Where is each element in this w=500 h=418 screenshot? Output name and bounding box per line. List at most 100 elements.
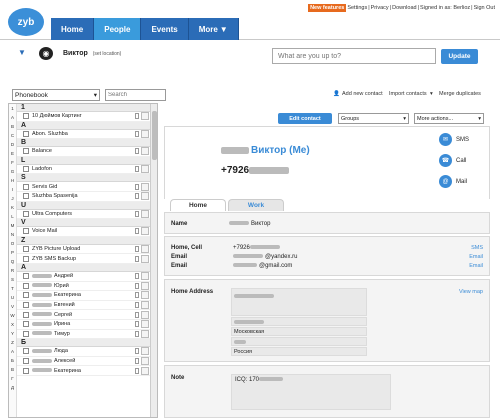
list-item[interactable]: ZYB Picture Upload [17,245,152,255]
letter-index-item[interactable]: В [9,365,16,374]
call-action[interactable]: ☎ Call [439,154,466,167]
letter-index-item[interactable]: T [9,284,16,293]
letter-index-item[interactable]: X [9,320,16,329]
list-item[interactable]: Balance [17,147,152,157]
letter-index-item[interactable]: A [9,113,16,122]
letter-index-item[interactable]: P [9,248,16,257]
letter-index-item[interactable]: N [9,230,16,239]
letter-index-item[interactable]: D [9,140,16,149]
import-contacts-link[interactable]: Import contacts [389,91,427,97]
list-item[interactable]: Алексей [17,356,152,367]
edit-contact-button[interactable]: Edit contact [278,113,332,124]
row-checkbox[interactable] [23,292,29,299]
row-checkbox[interactable] [23,183,29,190]
nav-tab-events[interactable]: Events [141,18,189,40]
sms-action[interactable]: ✉ SMS [439,133,469,146]
row-checkbox[interactable] [23,348,29,355]
sign-out-link[interactable]: Sign Out [474,5,495,11]
new-features-link[interactable]: New features [308,4,347,12]
letter-index-item[interactable]: L [9,212,16,221]
list-item[interactable]: Екатерина [17,291,152,301]
row-checkbox[interactable] [23,246,29,253]
nav-tab-people[interactable]: People [94,18,142,40]
list-item[interactable]: Андрей [17,272,152,282]
letter-index-item[interactable]: Y [9,329,16,338]
row-checkbox[interactable] [23,357,29,364]
list-item[interactable]: Ultra Computers [17,209,152,220]
more-actions-select[interactable]: More actions... ▾ [414,113,484,124]
list-item[interactable]: Тимур [17,329,152,340]
row-checkbox[interactable] [23,282,29,289]
row-checkbox[interactable] [23,330,29,337]
letter-index-item[interactable]: Б [9,356,16,365]
letter-index-item[interactable]: I [9,185,16,194]
list-item[interactable]: Люда [17,347,152,357]
add-contact-icon[interactable]: 👤 [333,91,340,97]
download-link[interactable]: Download [392,5,416,11]
letter-index-item[interactable]: G [9,167,16,176]
row-checkbox[interactable] [23,255,29,262]
letter-index-item[interactable]: M [9,221,16,230]
list-item[interactable]: Abon. Sluzhba [17,129,152,140]
letter-index-item[interactable]: 1 [9,104,16,113]
row-checkbox[interactable] [23,113,29,120]
add-contact-link[interactable]: Add new contact [342,91,383,97]
letter-index-item[interactable]: B [9,122,16,131]
letter-index-item[interactable]: Д [9,383,16,392]
nav-tab-more[interactable]: More ▼ [188,18,239,40]
sms-link[interactable]: SMS [471,245,483,251]
list-item[interactable]: Sluzhba Spasenija [17,192,152,202]
groups-select[interactable]: Groups ▾ [338,113,409,124]
row-checkbox[interactable] [23,273,29,280]
row-checkbox[interactable] [23,321,29,328]
list-item[interactable]: Ladofon [17,165,152,175]
letter-index-item[interactable]: U [9,293,16,302]
letter-index-item[interactable]: Q [9,257,16,266]
list-item[interactable]: Voice Mail [17,227,152,237]
row-checkbox[interactable] [23,311,29,318]
nav-tab-home[interactable]: Home [51,18,95,40]
letter-index-item[interactable]: J [9,194,16,203]
list-item[interactable]: ZYB SMS Backup [17,254,152,264]
list-item[interactable]: Servis Gid [17,182,152,192]
email-link-2[interactable]: Email [469,263,483,269]
list-item[interactable]: Евгений [17,301,152,311]
row-checkbox[interactable] [23,193,29,200]
letter-index-item[interactable]: C [9,131,16,140]
row-checkbox[interactable] [23,367,29,374]
letter-index-item[interactable]: K [9,203,16,212]
set-location-link[interactable]: (set location) [93,51,122,57]
letter-index-item[interactable]: V [9,302,16,311]
letter-index-item[interactable]: А [9,347,16,356]
letter-index-item[interactable]: H [9,176,16,185]
view-map-link[interactable]: View map [459,289,483,295]
scroll-thumb[interactable] [152,111,157,160]
mail-action[interactable]: @ Mail [439,175,467,188]
list-item[interactable]: 10 Дюймов Картинг [17,112,152,122]
row-checkbox[interactable] [23,130,29,137]
tab-home[interactable]: Home [170,199,226,211]
row-checkbox[interactable] [23,210,29,217]
letter-index-item[interactable]: O [9,239,16,248]
row-checkbox[interactable] [23,166,29,173]
status-input[interactable] [272,48,436,64]
letter-index-item[interactable]: F [9,158,16,167]
settings-link[interactable]: Settings [347,5,367,11]
phonebook-select[interactable]: Phonebook ▾ [12,89,100,101]
letter-index-item[interactable]: S [9,275,16,284]
row-checkbox[interactable] [23,148,29,155]
collapse-arrow-icon[interactable]: ▼ [18,48,26,57]
zyb-logo[interactable]: zyb [8,8,44,36]
tab-work[interactable]: Work [228,199,284,211]
list-item[interactable]: Юрий [17,281,152,292]
letter-index-item[interactable]: R [9,266,16,275]
update-button[interactable]: Update [441,49,478,64]
letter-index-item[interactable]: Z [9,338,16,347]
list-item[interactable]: Екатерина [17,366,152,376]
list-item[interactable]: Ирина [17,320,152,330]
list-item[interactable]: Сергей [17,310,152,320]
privacy-link[interactable]: Privacy [371,5,389,11]
email-link-1[interactable]: Email [469,254,483,260]
row-checkbox[interactable] [23,302,29,309]
row-checkbox[interactable] [23,228,29,235]
